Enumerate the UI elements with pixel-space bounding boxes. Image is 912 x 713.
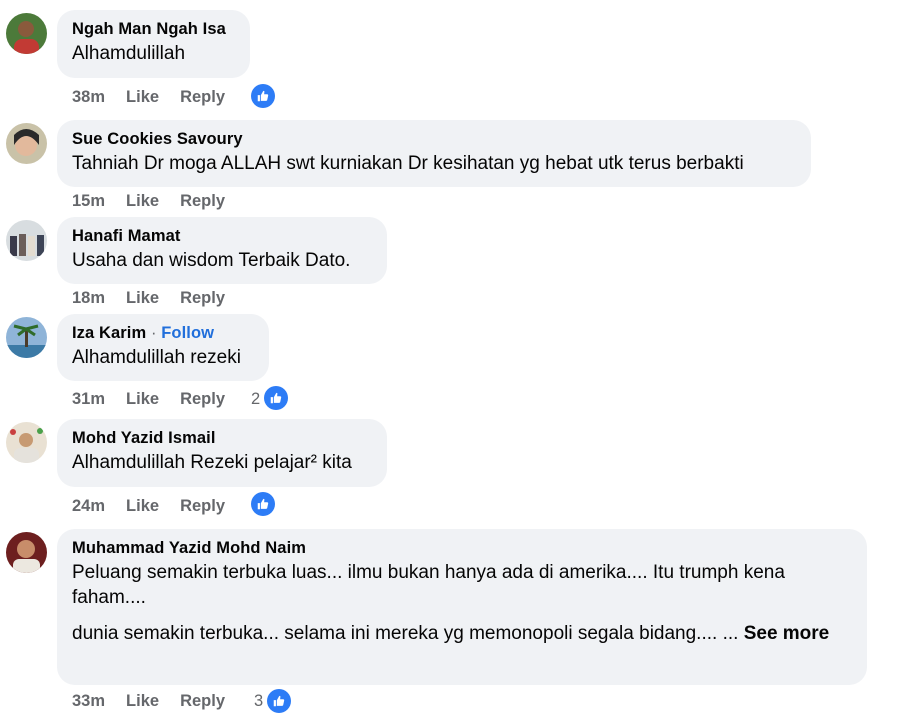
like-button[interactable]: Like xyxy=(126,192,159,211)
like-button[interactable]: Like xyxy=(126,88,159,107)
follow-button[interactable]: Follow xyxy=(161,324,214,342)
comment-time[interactable]: 15m xyxy=(72,192,105,211)
thumbs-up-icon[interactable] xyxy=(267,689,291,713)
reply-button[interactable]: Reply xyxy=(180,88,225,107)
comment-text: Tahniah Dr moga ALLAH swt kurniakan Dr k… xyxy=(72,153,744,174)
comment-actions: 15m Like Reply xyxy=(72,192,246,211)
comment-bubble: Hanafi Mamat Usaha dan wisdom Terbaik Da… xyxy=(57,217,387,284)
comment-bubble: Muhammad Yazid Mohd Naim Peluang semakin… xyxy=(57,529,867,685)
reaction-count[interactable]: 2 xyxy=(251,390,260,409)
comment-author[interactable]: Sue Cookies Savoury xyxy=(72,129,796,149)
like-button[interactable]: Like xyxy=(126,289,159,308)
comment-time[interactable]: 38m xyxy=(72,88,105,107)
comment-actions: 38m Like Reply xyxy=(72,88,246,107)
see-more-link[interactable]: See more xyxy=(744,623,830,644)
comment-actions: 24m Like Reply xyxy=(72,497,246,516)
avatar[interactable] xyxy=(6,532,47,573)
avatar[interactable] xyxy=(6,317,47,358)
comment-text: Alhamdulillah xyxy=(72,43,186,64)
reply-button[interactable]: Reply xyxy=(180,497,225,516)
comment-bubble: Sue Cookies Savoury Tahniah Dr moga ALLA… xyxy=(57,120,811,187)
comment-actions: 18m Like Reply xyxy=(72,289,246,308)
reply-button[interactable]: Reply xyxy=(180,192,225,211)
comment-time[interactable]: 31m xyxy=(72,390,105,409)
comment-bubble: Ngah Man Ngah Isa Alhamdulillah xyxy=(57,10,250,78)
comment-author[interactable]: Ngah Man Ngah Isa xyxy=(72,19,235,39)
comment-text: Alhamdulillah rezeki xyxy=(72,347,241,368)
comment-author[interactable]: Hanafi Mamat xyxy=(72,226,372,246)
like-button[interactable]: Like xyxy=(126,390,159,409)
thumbs-up-icon[interactable] xyxy=(251,84,275,108)
comment-author: Iza Karim · Follow xyxy=(72,323,254,343)
comment-author[interactable]: Muhammad Yazid Mohd Naim xyxy=(72,538,852,558)
comment-bubble: Iza Karim · Follow Alhamdulillah rezeki xyxy=(57,314,269,381)
comment-text-line: dunia semakin terbuka... selama ini mere… xyxy=(72,623,739,644)
author-name[interactable]: Iza Karim xyxy=(72,324,146,342)
reply-button[interactable]: Reply xyxy=(180,289,225,308)
comment-time[interactable]: 18m xyxy=(72,289,105,308)
avatar[interactable] xyxy=(6,123,47,164)
comment-text: Usaha dan wisdom Terbaik Dato. xyxy=(72,250,351,271)
avatar[interactable] xyxy=(6,13,47,54)
like-button[interactable]: Like xyxy=(126,497,159,516)
avatar[interactable] xyxy=(6,220,47,261)
thumbs-up-icon[interactable] xyxy=(264,386,288,410)
thumbs-up-icon[interactable] xyxy=(251,492,275,516)
comment-actions: 31m Like Reply xyxy=(72,390,246,409)
reply-button[interactable]: Reply xyxy=(180,390,225,409)
comment-author[interactable]: Mohd Yazid Ismail xyxy=(72,428,372,448)
comment-time[interactable]: 24m xyxy=(72,497,105,516)
comment-text: Alhamdulillah Rezeki pelajar² kita xyxy=(72,452,352,473)
comment-text-continued: dunia semakin terbuka... selama ini mere… xyxy=(72,621,852,646)
avatar[interactable] xyxy=(6,422,47,463)
comment-bubble: Mohd Yazid Ismail Alhamdulillah Rezeki p… xyxy=(57,419,387,487)
comment-text: Peluang semakin terbuka luas... ilmu buk… xyxy=(72,562,785,608)
separator: · xyxy=(150,324,157,342)
